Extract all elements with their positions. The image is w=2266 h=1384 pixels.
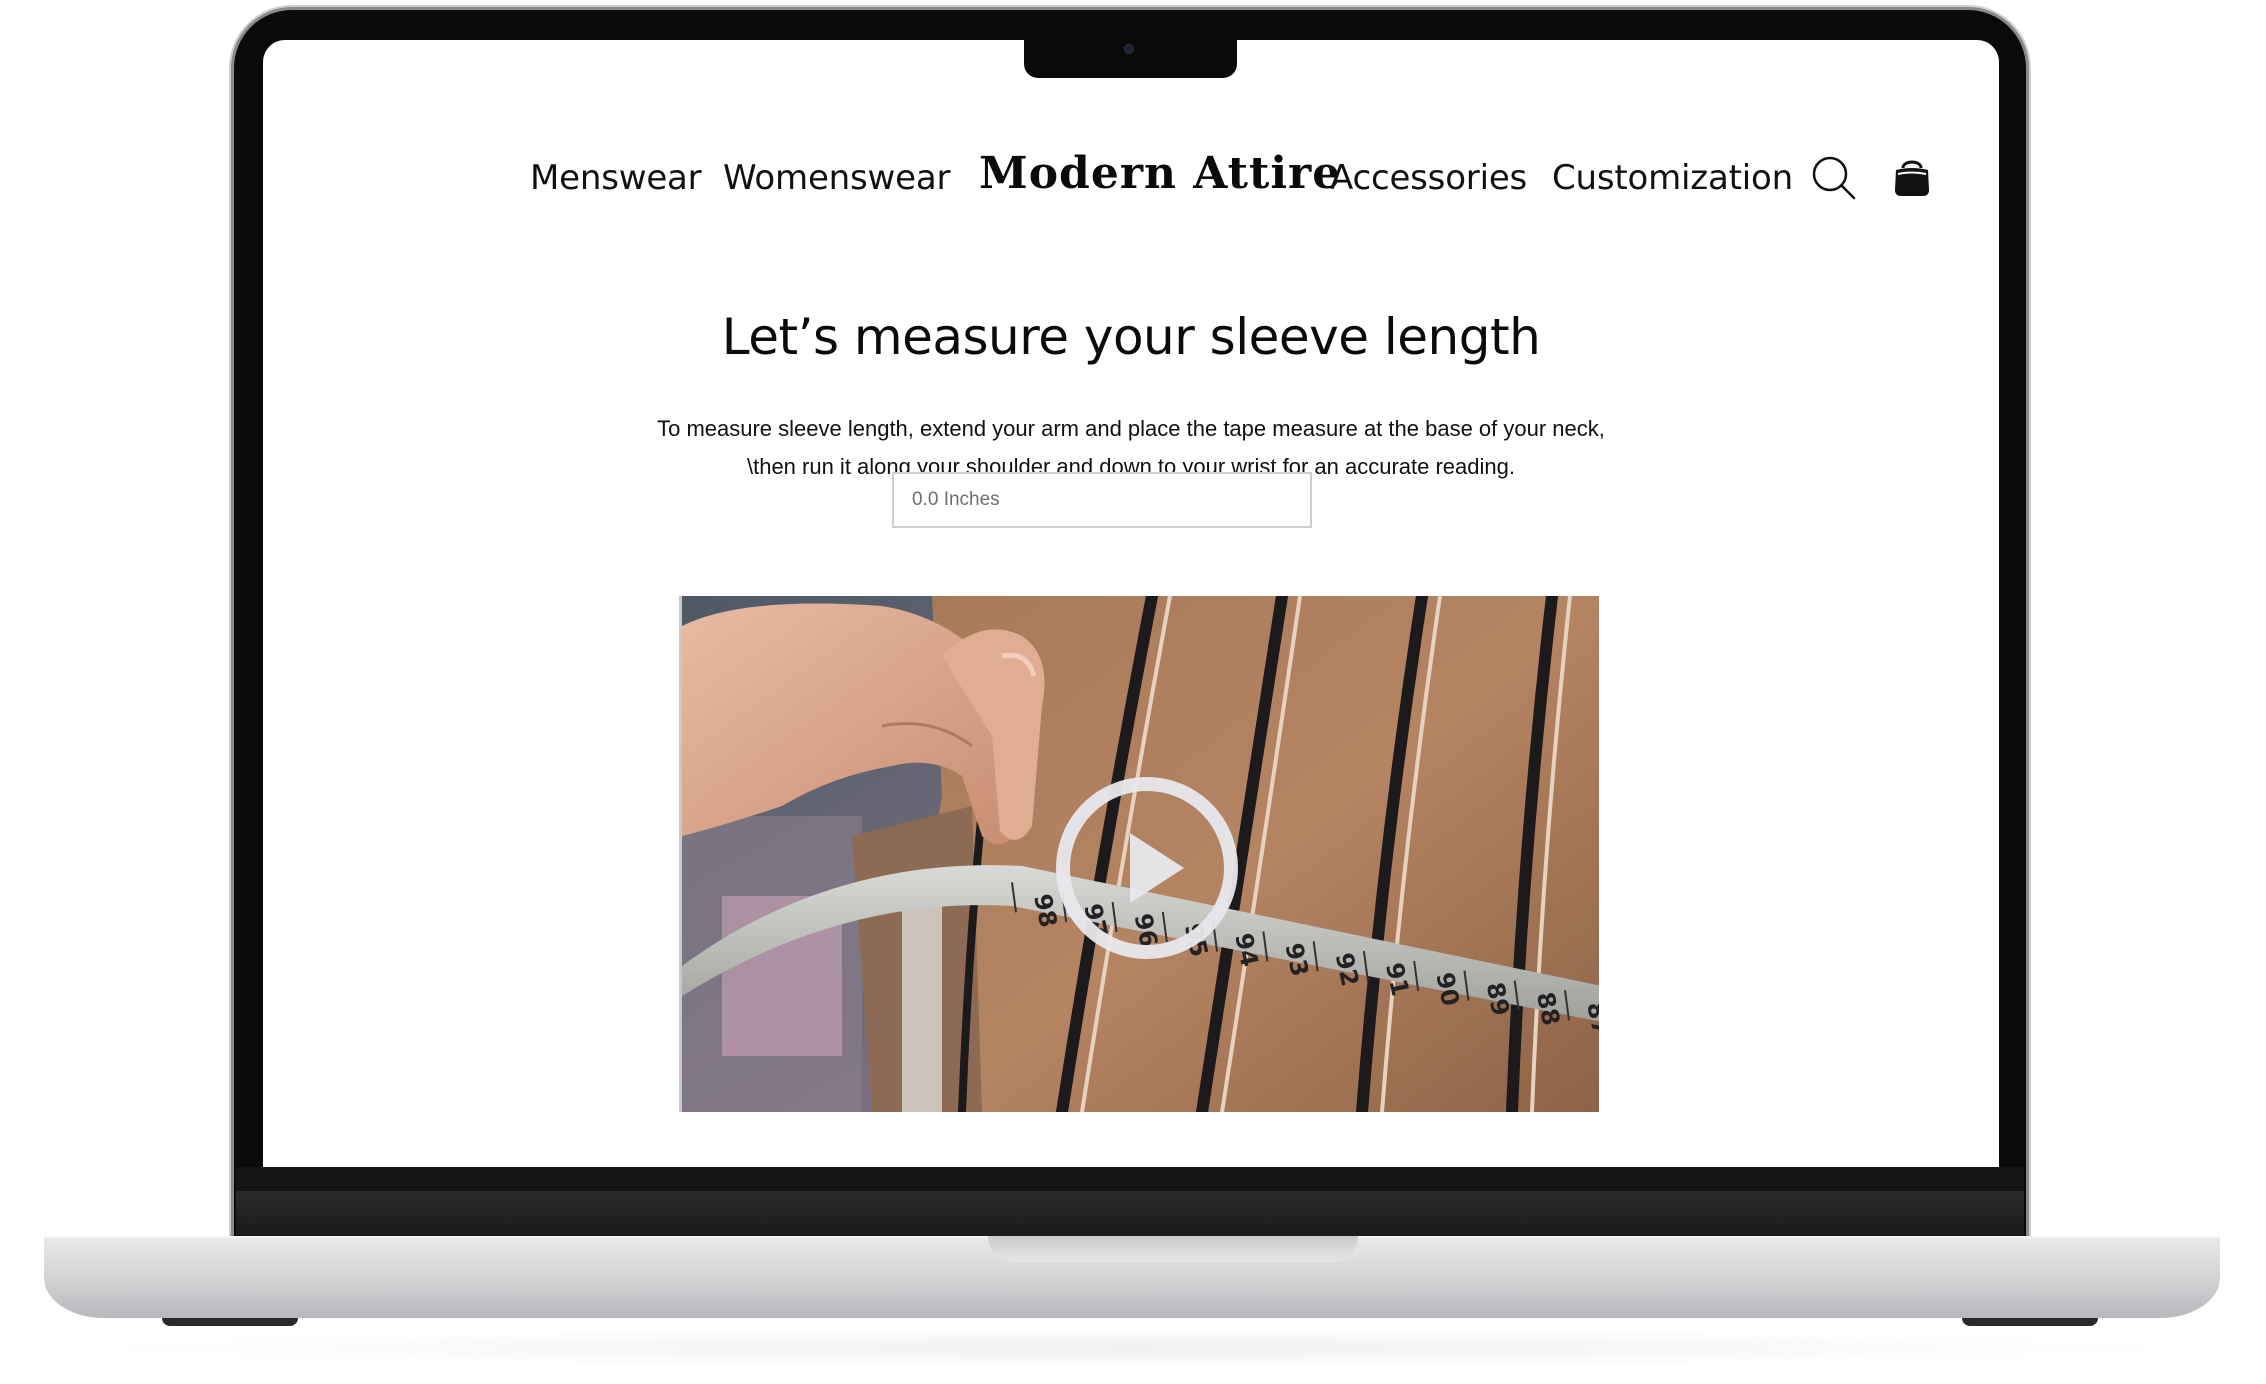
camera-notch: [1024, 36, 1237, 78]
page-title: Let’s measure your sleeve length: [721, 308, 1541, 366]
floor-shadow: [60, 1328, 2206, 1368]
instruction-line-1: To measure sleeve length, extend your ar…: [657, 416, 1605, 441]
laptop-base: [44, 1236, 2220, 1318]
browser-viewport: Menswear Womenswear Modern Attire Access…: [263, 40, 1999, 1167]
site-logo[interactable]: Modern Attire: [979, 148, 1341, 199]
shopping-bag-icon[interactable]: [1888, 154, 1936, 202]
play-icon: [1056, 777, 1238, 959]
nav-womenswear[interactable]: Womenswear: [723, 158, 950, 198]
nav-menswear[interactable]: Menswear: [530, 158, 702, 198]
trackpad-notch: [988, 1236, 1358, 1262]
screen-bezel-bottom: [236, 1167, 2024, 1191]
play-button[interactable]: [1052, 773, 1242, 963]
sleeve-length-input[interactable]: [892, 472, 1312, 528]
search-icon[interactable]: [1810, 154, 1858, 202]
nav-accessories[interactable]: Accessories: [1330, 158, 1527, 198]
laptop-foot-left: [162, 1318, 298, 1326]
laptop-hinge: [236, 1191, 2024, 1237]
nav-customization[interactable]: Customization: [1552, 158, 1793, 198]
laptop-foot-right: [1962, 1318, 2098, 1326]
webcam: [1124, 44, 1134, 54]
measurement-video[interactable]: 98 97 96 95 94 93 92 91 90 89 88 87: [679, 596, 1599, 1112]
